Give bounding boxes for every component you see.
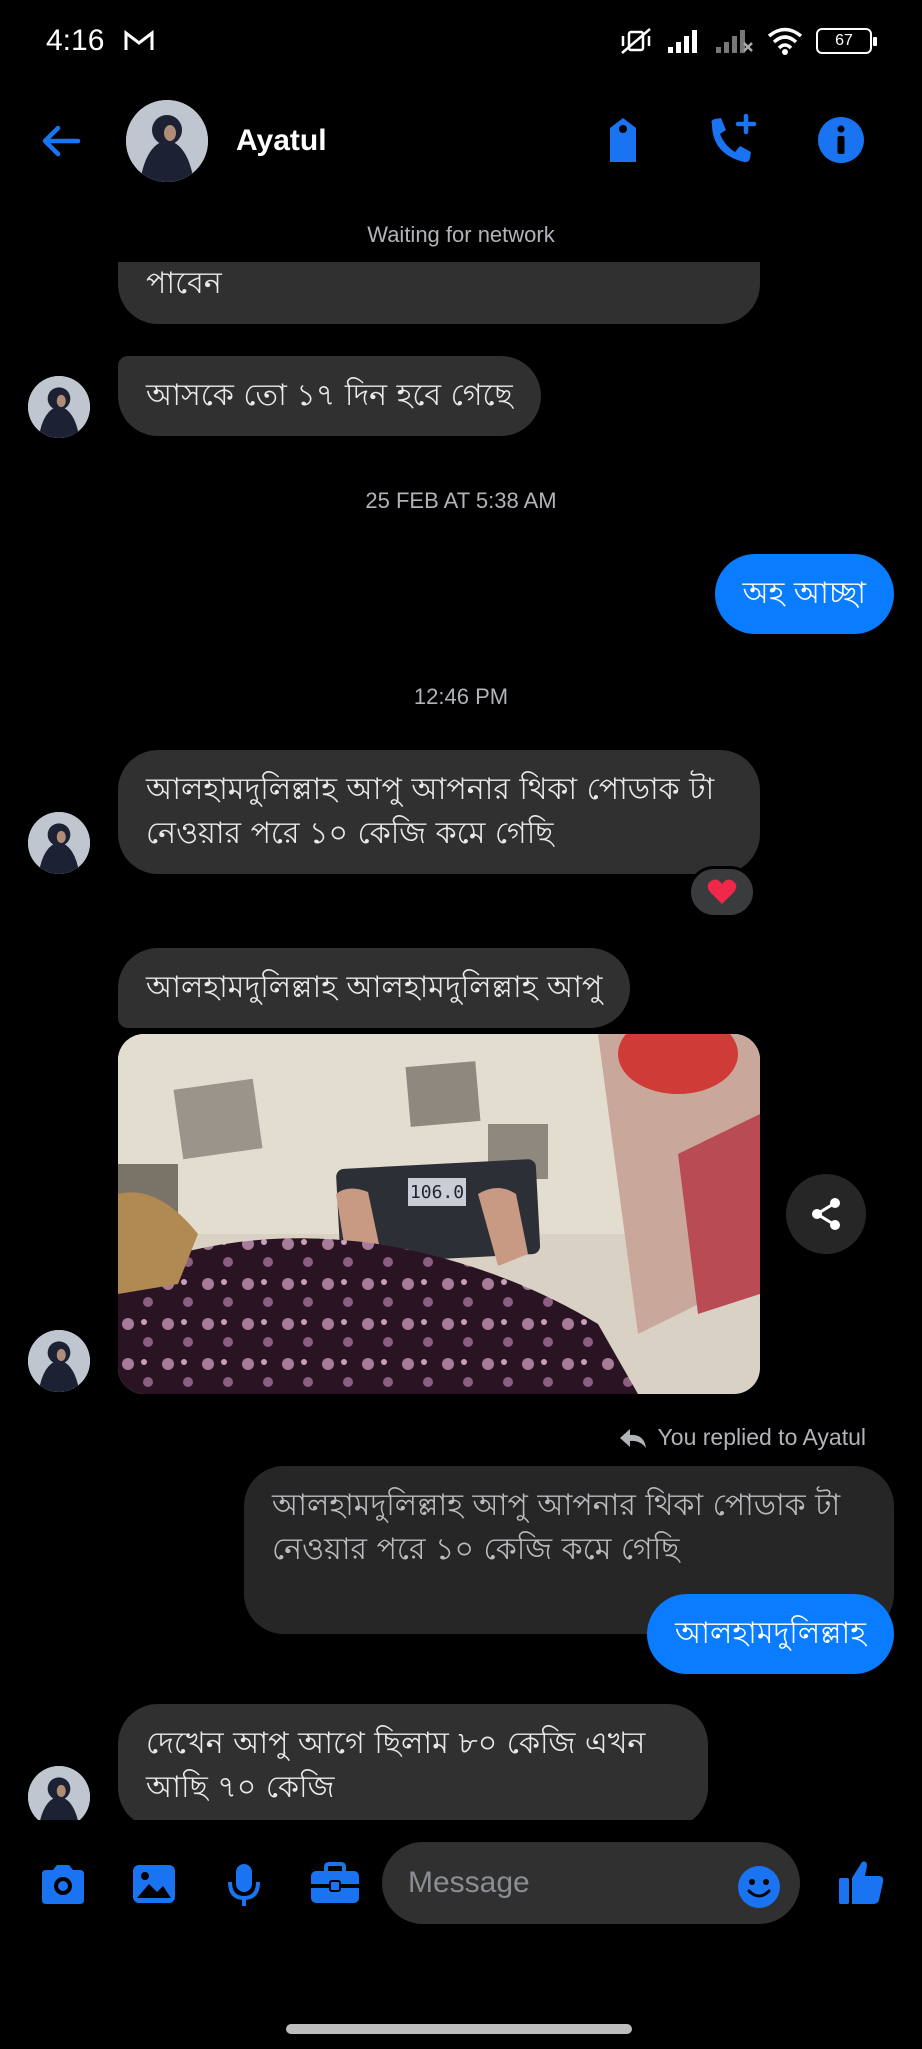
clip-region: আগাম তো বলছেন ১৫ দিনের মাথায় রেজাল্ট পা… [0, 262, 922, 352]
back-arrow-icon[interactable] [36, 116, 86, 166]
incoming-message[interactable]: আগাম তো বলছেন ১৫ দিনের মাথায় রেজাল্ট পা… [118, 262, 760, 324]
call-add-icon[interactable] [702, 114, 762, 166]
composer-bar [0, 1818, 922, 1948]
scale-reading: 106.0 [410, 1182, 464, 1203]
incoming-message[interactable]: দেখেন আপু আগে ছিলাম ৮০ কেজি এখন আছি ৭০ ক… [118, 1704, 708, 1820]
signal-weak-icon [716, 30, 753, 53]
avatar [28, 1330, 90, 1392]
info-icon[interactable] [816, 114, 866, 166]
avatar[interactable] [126, 100, 208, 182]
emoji-icon[interactable] [736, 1864, 782, 1910]
gmail-icon [124, 30, 154, 50]
mic-icon[interactable] [222, 1862, 266, 1908]
reply-indicator: You replied to Ayatul [618, 1424, 866, 1451]
incoming-message[interactable]: আলহামদুলিল্লাহ আলহামদুলিল্লাহ আপু [118, 948, 631, 1028]
incoming-message[interactable]: আলহামদুলিল্লাহ আপু আপনার থিকা পোডাক টা ন… [118, 750, 760, 874]
avatar [28, 812, 90, 874]
contact-name[interactable]: Ayatul [236, 124, 327, 158]
battery-indicator: 67 [816, 28, 877, 54]
wifi-icon [767, 27, 803, 55]
home-indicator[interactable] [286, 2024, 632, 2034]
share-icon [812, 1198, 840, 1230]
timestamp: 12:46 PM [413, 684, 509, 709]
thumbs-up-icon[interactable] [836, 1858, 886, 1908]
replied-label: You replied to Ayatul [657, 1424, 866, 1450]
gallery-icon[interactable] [130, 1862, 178, 1906]
clip-region: দেখেন আপু আগে ছিলাম ৮০ কেজি এখন আছি ৭০ ক… [0, 1690, 922, 1820]
network-status: Waiting for network [367, 222, 555, 247]
camera-icon[interactable] [38, 1862, 88, 1906]
incoming-message[interactable]: আসকে তো ১৭ দিন হবে গেছে [118, 356, 541, 436]
status-bar: 4:16 67 [0, 0, 922, 86]
reply-icon [619, 1428, 646, 1448]
status-time: 4:16 [46, 24, 105, 57]
share-button[interactable] [786, 1174, 866, 1254]
signal-icon [668, 30, 697, 53]
avatar [28, 376, 90, 438]
tag-icon[interactable] [598, 114, 648, 166]
outgoing-message[interactable]: অহ আচ্ছা [714, 554, 894, 634]
avatar [28, 1766, 90, 1820]
chat-header: Ayatul [0, 86, 922, 196]
reaction-badge[interactable] [688, 866, 756, 918]
heart-icon [707, 879, 737, 904]
outgoing-message[interactable]: আলহামদুলিল্লাহ [647, 1594, 894, 1674]
photo-attachment[interactable]: 106.0 [118, 1034, 760, 1394]
briefcase-icon[interactable] [308, 1862, 362, 1906]
timestamp: 25 FEB AT 5:38 AM [365, 488, 557, 513]
vibrate-mute-icon [621, 28, 651, 54]
